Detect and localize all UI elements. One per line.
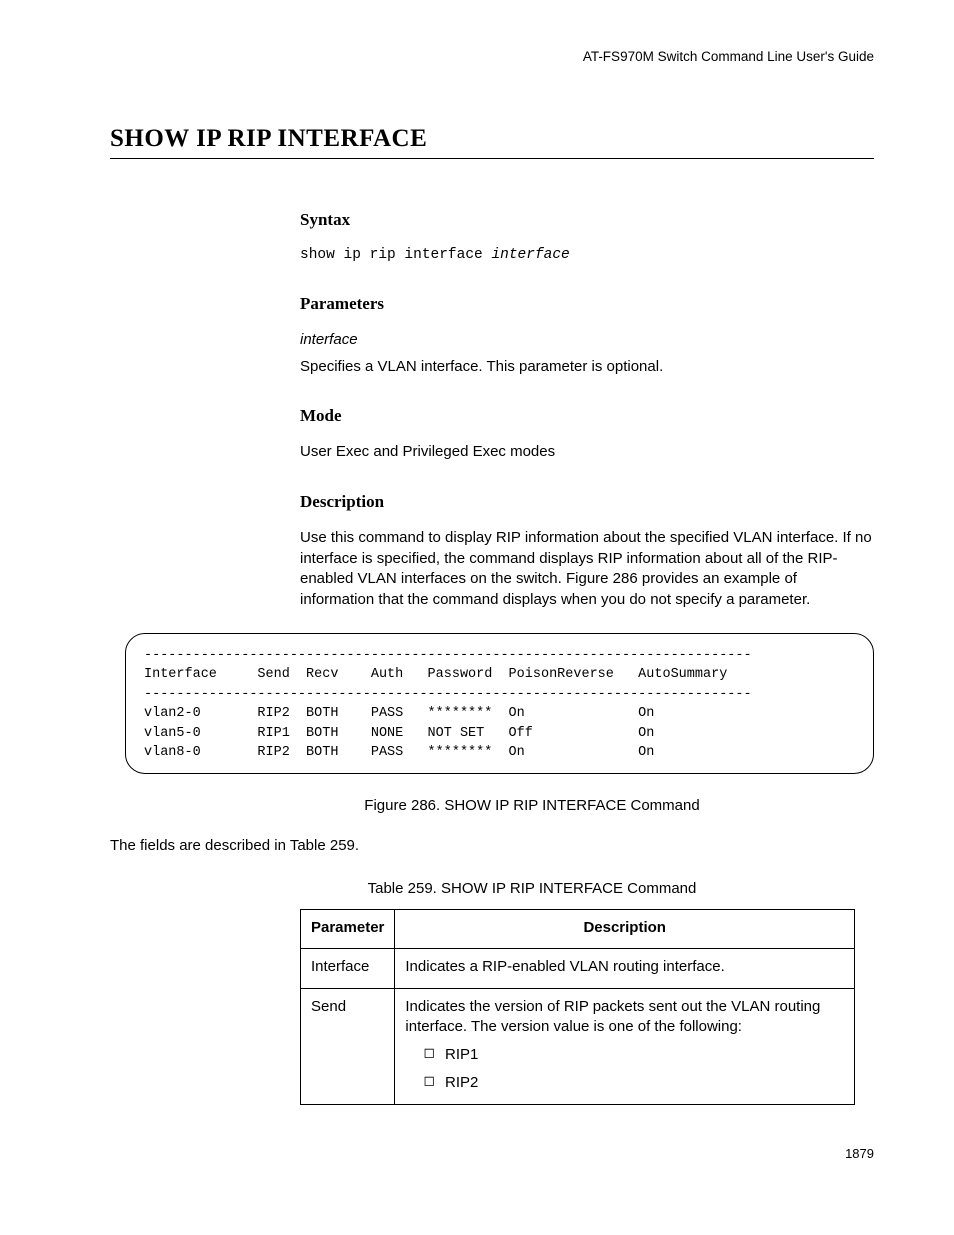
bullet-icon: ◻ (423, 1045, 435, 1059)
syntax-line: show ip rip interface interface (300, 246, 874, 266)
description-heading: Description (300, 491, 874, 514)
code-output-box: ----------------------------------------… (125, 633, 874, 774)
figure-caption: Figure 286. SHOW IP RIP INTERFACE Comman… (190, 796, 874, 816)
list-item: ◻ RIP2 (405, 1073, 844, 1093)
cell-desc: Indicates a RIP-enabled VLAN routing int… (395, 949, 855, 988)
cell-param: Interface (301, 949, 395, 988)
param-desc: Specifies a VLAN interface. This paramet… (300, 357, 874, 378)
page-number: 1879 (110, 1145, 874, 1163)
syntax-heading: Syntax (300, 209, 874, 232)
page-title: SHOW IP RIP INTERFACE (110, 122, 874, 159)
doc-header: AT-FS970M Switch Command Line User's Gui… (110, 48, 874, 66)
table-row: Interface Indicates a RIP-enabled VLAN r… (301, 949, 855, 988)
parameters-heading: Parameters (300, 293, 874, 316)
col-parameter: Parameter (301, 910, 395, 949)
table-header-row: Parameter Description (301, 910, 855, 949)
after-figure-text: The fields are described in Table 259. (110, 836, 874, 857)
param-name: interface (300, 330, 874, 350)
syntax-cmd: show ip rip interface (300, 247, 491, 263)
table-caption: Table 259. SHOW IP RIP INTERFACE Command (190, 879, 874, 899)
list-item: ◻ RIP1 (405, 1045, 844, 1065)
description-table: Parameter Description Interface Indicate… (300, 909, 855, 1105)
cell-desc: Indicates the version of RIP packets sen… (395, 988, 855, 1104)
mode-text: User Exec and Privileged Exec modes (300, 442, 874, 463)
cell-desc-text: Indicates the version of RIP packets sen… (405, 998, 820, 1035)
list-text: RIP2 (445, 1073, 478, 1093)
col-description: Description (395, 910, 855, 949)
table-row: Send Indicates the version of RIP packet… (301, 988, 855, 1104)
mode-heading: Mode (300, 405, 874, 428)
cell-param: Send (301, 988, 395, 1104)
syntax-arg: interface (491, 247, 569, 263)
list-text: RIP1 (445, 1045, 478, 1065)
bullet-icon: ◻ (423, 1073, 435, 1087)
description-text: Use this command to display RIP informat… (300, 528, 874, 611)
